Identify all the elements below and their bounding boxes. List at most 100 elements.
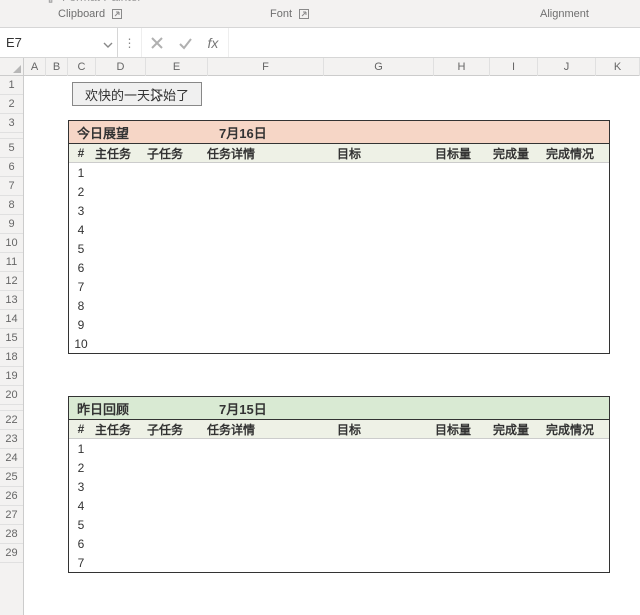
row-header-28[interactable]: 28 [0,525,23,544]
row-number: 5 [69,242,93,256]
row-header-10[interactable]: 10 [0,234,23,253]
table-row[interactable]: 7 [69,553,609,572]
row-header-14[interactable]: 14 [0,310,23,329]
column-header: 完成情况 [539,145,601,162]
cancel-icon[interactable] [148,34,166,52]
col-header-F[interactable]: F [208,58,324,76]
row-header-11[interactable]: 11 [0,253,23,272]
column-header: 主任务 [93,145,147,162]
table-row[interactable]: 7 [69,277,609,296]
row-number: 2 [69,461,93,475]
row-number: 5 [69,518,93,532]
table-row[interactable]: 2 [69,182,609,201]
sheet-area[interactable]: ABCDEFGHIJK 欢快的一天开始了 今日展望 7月16日 #主任务子任务任… [24,58,640,615]
column-header: 任务详情 [207,421,337,438]
col-header-E[interactable]: E [146,58,208,76]
name-box[interactable]: E7 [0,28,118,57]
ribbon-group-font: Font [270,8,310,20]
column-header: 目标 [337,145,423,162]
table-row[interactable]: 6 [69,258,609,277]
row-number: 1 [69,166,93,180]
formula-input[interactable] [229,28,640,57]
table-row[interactable]: 10 [69,334,609,353]
table-row[interactable]: 1 [69,439,609,458]
row-header-6[interactable]: 6 [0,158,23,177]
yesterday-section: 昨日回顾 7月15日 #主任务子任务任务详情目标目标量完成量完成情况 12345… [68,396,610,573]
table-row[interactable]: 6 [69,534,609,553]
row-header-1[interactable]: 1 [0,76,23,95]
row-number: 2 [69,185,93,199]
row-header-2[interactable]: 2 [0,95,23,114]
col-header-D[interactable]: D [96,58,146,76]
select-all-button[interactable] [0,58,23,76]
table-row[interactable]: 3 [69,477,609,496]
ribbon-group-bar: Format Painter Clipboard Font Alignment [0,0,640,28]
column-header: 目标量 [423,145,483,162]
row-header-7[interactable]: 7 [0,177,23,196]
row-header-19[interactable]: 19 [0,367,23,386]
row-header-13[interactable]: 13 [0,291,23,310]
row-headers: 1234567891011121314151819202122232425262… [0,58,24,615]
dialog-launcher-icon[interactable] [111,8,123,20]
row-header-23[interactable]: 23 [0,430,23,449]
chevron-down-icon[interactable] [103,38,113,48]
cells-canvas[interactable]: 欢快的一天开始了 今日展望 7月16日 #主任务子任务任务详情目标目标量完成量完… [24,76,640,615]
row-number: 6 [69,261,93,275]
fx-icon[interactable]: fx [204,34,222,52]
column-header: 任务详情 [207,145,337,162]
table-row[interactable]: 2 [69,458,609,477]
row-header-15[interactable]: 15 [0,329,23,348]
table-row[interactable]: 1 [69,163,609,182]
row-header-29[interactable]: 29 [0,544,23,563]
table-row[interactable]: 4 [69,496,609,515]
row-header-22[interactable]: 22 [0,411,23,430]
table-row[interactable]: 5 [69,239,609,258]
column-header: 子任务 [147,421,207,438]
column-header: 目标 [337,421,423,438]
column-header: 子任务 [147,145,207,162]
table-row[interactable]: 8 [69,296,609,315]
table-row[interactable]: 9 [69,315,609,334]
row-header-3[interactable]: 3 [0,114,23,133]
table-row[interactable]: 5 [69,515,609,534]
row-number: 7 [69,280,93,294]
column-header: 完成量 [483,421,539,438]
row-header-25[interactable]: 25 [0,468,23,487]
table-row[interactable]: 4 [69,220,609,239]
row-header-20[interactable]: 20 [0,386,23,405]
dialog-launcher-icon[interactable] [298,8,310,20]
row-header-9[interactable]: 9 [0,215,23,234]
col-header-J[interactable]: J [538,58,596,76]
column-header: 完成情况 [539,421,601,438]
row-header-5[interactable]: 5 [0,139,23,158]
table-row[interactable]: 3 [69,201,609,220]
col-header-H[interactable]: H [434,58,490,76]
today-rows: 1 2 3 4 5 6 7 89 10 [69,163,609,353]
ribbon-group-alignment: Alignment [540,8,589,20]
col-header-I[interactable]: I [490,58,538,76]
enter-icon[interactable] [176,34,194,52]
row-header-12[interactable]: 12 [0,272,23,291]
row-number: 6 [69,537,93,551]
formula-bar-options[interactable]: ⋮ [118,28,142,57]
col-header-B[interactable]: B [46,58,68,76]
day-start-button[interactable]: 欢快的一天开始了 [72,82,202,106]
column-header: 完成量 [483,145,539,162]
row-header-18[interactable]: 18 [0,348,23,367]
col-header-G[interactable]: G [324,58,434,76]
ribbon-group-clipboard: Clipboard [58,8,123,20]
row-header-27[interactable]: 27 [0,506,23,525]
row-header-8[interactable]: 8 [0,196,23,215]
column-header: 目标量 [423,421,483,438]
row-number: 1 [69,442,93,456]
today-date: 7月16日 [219,123,267,142]
row-number: 3 [69,480,93,494]
col-header-C[interactable]: C [68,58,96,76]
col-header-A[interactable]: A [24,58,46,76]
column-headers: ABCDEFGHIJK [24,58,640,76]
row-header-24[interactable]: 24 [0,449,23,468]
row-number: 3 [69,204,93,218]
row-number: 10 [69,337,93,351]
col-header-K[interactable]: K [596,58,640,76]
row-header-26[interactable]: 26 [0,487,23,506]
